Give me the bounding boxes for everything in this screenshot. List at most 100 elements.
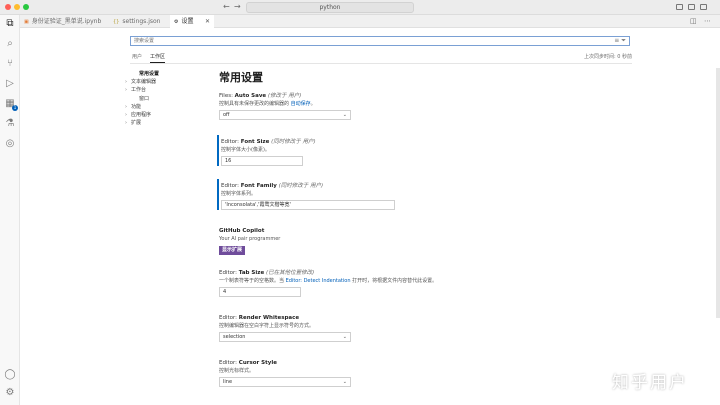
setting-title: Files: Auto Save (修改于 用户)	[219, 92, 617, 100]
search-input[interactable]	[131, 37, 629, 45]
title-bar: ← → python	[0, 0, 720, 15]
tab-label: settings.json	[122, 18, 161, 25]
section-title: 常用设置	[219, 71, 263, 84]
setting-category: Files:	[219, 93, 235, 99]
tab-size-input[interactable]: 4	[219, 287, 301, 297]
setting-description: 控制字体系列。	[221, 191, 257, 197]
toc-item-window[interactable]: 窗口	[133, 95, 208, 103]
setting-category: Editor:	[219, 270, 239, 276]
auto-save-select[interactable]: off ⌄	[219, 110, 351, 120]
settings-gear-icon: ⚙	[174, 19, 179, 25]
more-actions-icon[interactable]: ⋯	[704, 17, 711, 25]
setting-description: 控制光标样式。	[219, 368, 255, 374]
back-arrow-icon[interactable]: ←	[223, 2, 230, 11]
setting-title: GitHub Copilot	[219, 227, 617, 235]
setting-name: Font Family	[240, 183, 277, 189]
account-icon[interactable]: ◯	[4, 369, 16, 381]
search-icon[interactable]: ⌕	[4, 38, 16, 50]
setting-category: Editor:	[219, 315, 239, 321]
tab-workspace[interactable]: 工作区	[150, 53, 166, 63]
tab-settings[interactable]: ⚙ 设置 ✕	[170, 15, 214, 28]
toc-label: 窗口	[139, 95, 150, 102]
settings-editor: ≡ ⏷ 用户 工作区 上次同步时间: 0 秒前 常用设置 ›文本编辑器 ›工作台…	[20, 28, 720, 405]
minimize-window-button[interactable]	[14, 4, 20, 10]
chevron-down-icon: ⌄	[342, 379, 347, 385]
clear-filter-icon[interactable]: ≡	[614, 37, 619, 44]
setting-cursor-style: Editor: Cursor Style 控制光标样式。 line ⌄	[217, 359, 617, 387]
search-actions: ≡ ⏷	[614, 37, 626, 45]
setting-modified-note[interactable]: (修改于 用户)	[268, 93, 302, 99]
font-size-input[interactable]: 16	[221, 156, 303, 166]
detect-indentation-link[interactable]: Editor: Detect Indentation	[286, 278, 351, 284]
setting-name: Tab Size	[238, 270, 265, 276]
extensions-badge: 1	[12, 105, 18, 111]
run-debug-icon[interactable]: ▷	[4, 78, 16, 90]
manage-gear-icon[interactable]: ⚙	[4, 387, 16, 399]
toc-label: 扩展	[131, 120, 142, 127]
customize-layout-icon[interactable]	[700, 4, 707, 10]
select-value: line	[223, 379, 233, 385]
desc-text: 控制具有未保存更改的编辑器的	[219, 101, 291, 107]
command-center[interactable]: python	[246, 2, 414, 13]
desc-text: 一个制表符等于的空格数。当	[219, 278, 286, 284]
font-family-input[interactable]: 'Inconsolata','霞鹜文楷等宽'	[221, 200, 395, 210]
setting-modified-note[interactable]: (已在其他位置修改)	[266, 270, 314, 276]
cursor-style-select[interactable]: line ⌄	[219, 377, 351, 387]
select-value: selection	[223, 334, 246, 340]
chevron-down-icon: ⌄	[342, 334, 347, 340]
toggle-sidebar-icon[interactable]	[676, 4, 683, 10]
close-window-button[interactable]	[5, 4, 11, 10]
toc-item-extensions[interactable]: › 扩展	[125, 119, 208, 127]
setting-category: Editor:	[221, 139, 241, 145]
search-settings-box[interactable]: ≡ ⏷	[130, 36, 630, 46]
testing-icon[interactable]: ⚗	[4, 118, 16, 130]
setting-description: 控制字体大小(像素)。	[221, 147, 270, 153]
filter-icon[interactable]: ⏷	[621, 37, 626, 44]
tab-user[interactable]: 用户	[132, 53, 142, 62]
toc-item-common[interactable]: 常用设置	[133, 70, 208, 78]
setting-title: Editor: Font Size (同时修改于 用户)	[221, 138, 617, 146]
toc-item-text-editor[interactable]: › 文本编辑器	[125, 78, 208, 86]
toc-item-workbench[interactable]: › 工作台	[125, 86, 208, 94]
explorer-icon[interactable]: ⧉	[4, 18, 16, 30]
setting-name: Cursor Style	[238, 360, 277, 366]
notebook-file-icon: ▣	[24, 19, 29, 25]
tab-notebook[interactable]: ▣ 身份证验证_黑单说.ipynb	[20, 15, 108, 28]
toc-label: 应用程序	[131, 112, 152, 119]
setting-name: Font Size	[240, 139, 270, 145]
setting-render-whitespace: Editor: Render Whitespace 控制编辑器在空白字符上显示符…	[217, 314, 617, 342]
tab-settings-json[interactable]: {} settings.json	[109, 15, 169, 28]
toc-label: 文本编辑器	[131, 79, 157, 86]
settings-list: 常用设置 Files: Auto Save (修改于 用户) 控制具有未保存更改…	[217, 71, 617, 387]
render-whitespace-select[interactable]: selection ⌄	[219, 332, 351, 342]
maximize-window-button[interactable]	[23, 4, 29, 10]
setting-name: Auto Save	[234, 93, 267, 99]
toggle-panel-icon[interactable]	[688, 4, 695, 10]
desc-text: 。	[310, 101, 316, 107]
setting-description: 一个制表符等于的空格数。当 Editor: Detect Indentation…	[219, 277, 617, 285]
setting-title: Editor: Render Whitespace	[219, 314, 617, 322]
setting-description: 控制编辑器在空白字符上显示符号的方式。	[219, 323, 315, 329]
auto-save-link[interactable]: 自动保存	[291, 101, 311, 107]
setting-tab-size: Editor: Tab Size (已在其他位置修改) 一个制表符等于的空格数。…	[217, 269, 617, 297]
vertical-scrollbar[interactable]	[716, 68, 720, 318]
extensions-icon[interactable]: ▦ 1	[4, 98, 18, 111]
tab-label: 设置	[181, 18, 194, 25]
source-control-icon[interactable]: ⑂	[4, 58, 16, 70]
close-icon[interactable]: ✕	[205, 15, 210, 28]
setting-category: Editor:	[221, 183, 241, 189]
toc-item-application[interactable]: › 应用程序	[125, 111, 208, 119]
editor-tab-bar: ▣ 身份证验证_黑单说.ipynb {} settings.json ⚙ 设置 ✕ ◫…	[20, 15, 720, 28]
toc-item-features[interactable]: › 功能	[125, 103, 208, 111]
toc-label: 工作台	[131, 87, 147, 94]
setting-title: Editor: Tab Size (已在其他位置修改)	[219, 269, 617, 277]
forward-arrow-icon[interactable]: →	[234, 2, 241, 11]
setting-modified-note[interactable]: (同时修改于 用户)	[271, 139, 316, 145]
activity-bar: ⧉ ⌕ ⑂ ▷ ▦ 1 ⚗ ◎ ◯ ⚙	[0, 15, 20, 405]
show-extension-button[interactable]: 显示扩展	[219, 246, 246, 255]
setting-copilot: GitHub Copilot Your AI pair programmer 显…	[217, 227, 617, 255]
setting-title: Editor: Font Family (同时修改于 用户)	[221, 182, 617, 190]
setting-modified-note[interactable]: (同时修改于 用户)	[279, 183, 324, 189]
split-editor-icon[interactable]: ◫	[690, 17, 697, 25]
remote-explorer-icon[interactable]: ◎	[4, 138, 16, 150]
